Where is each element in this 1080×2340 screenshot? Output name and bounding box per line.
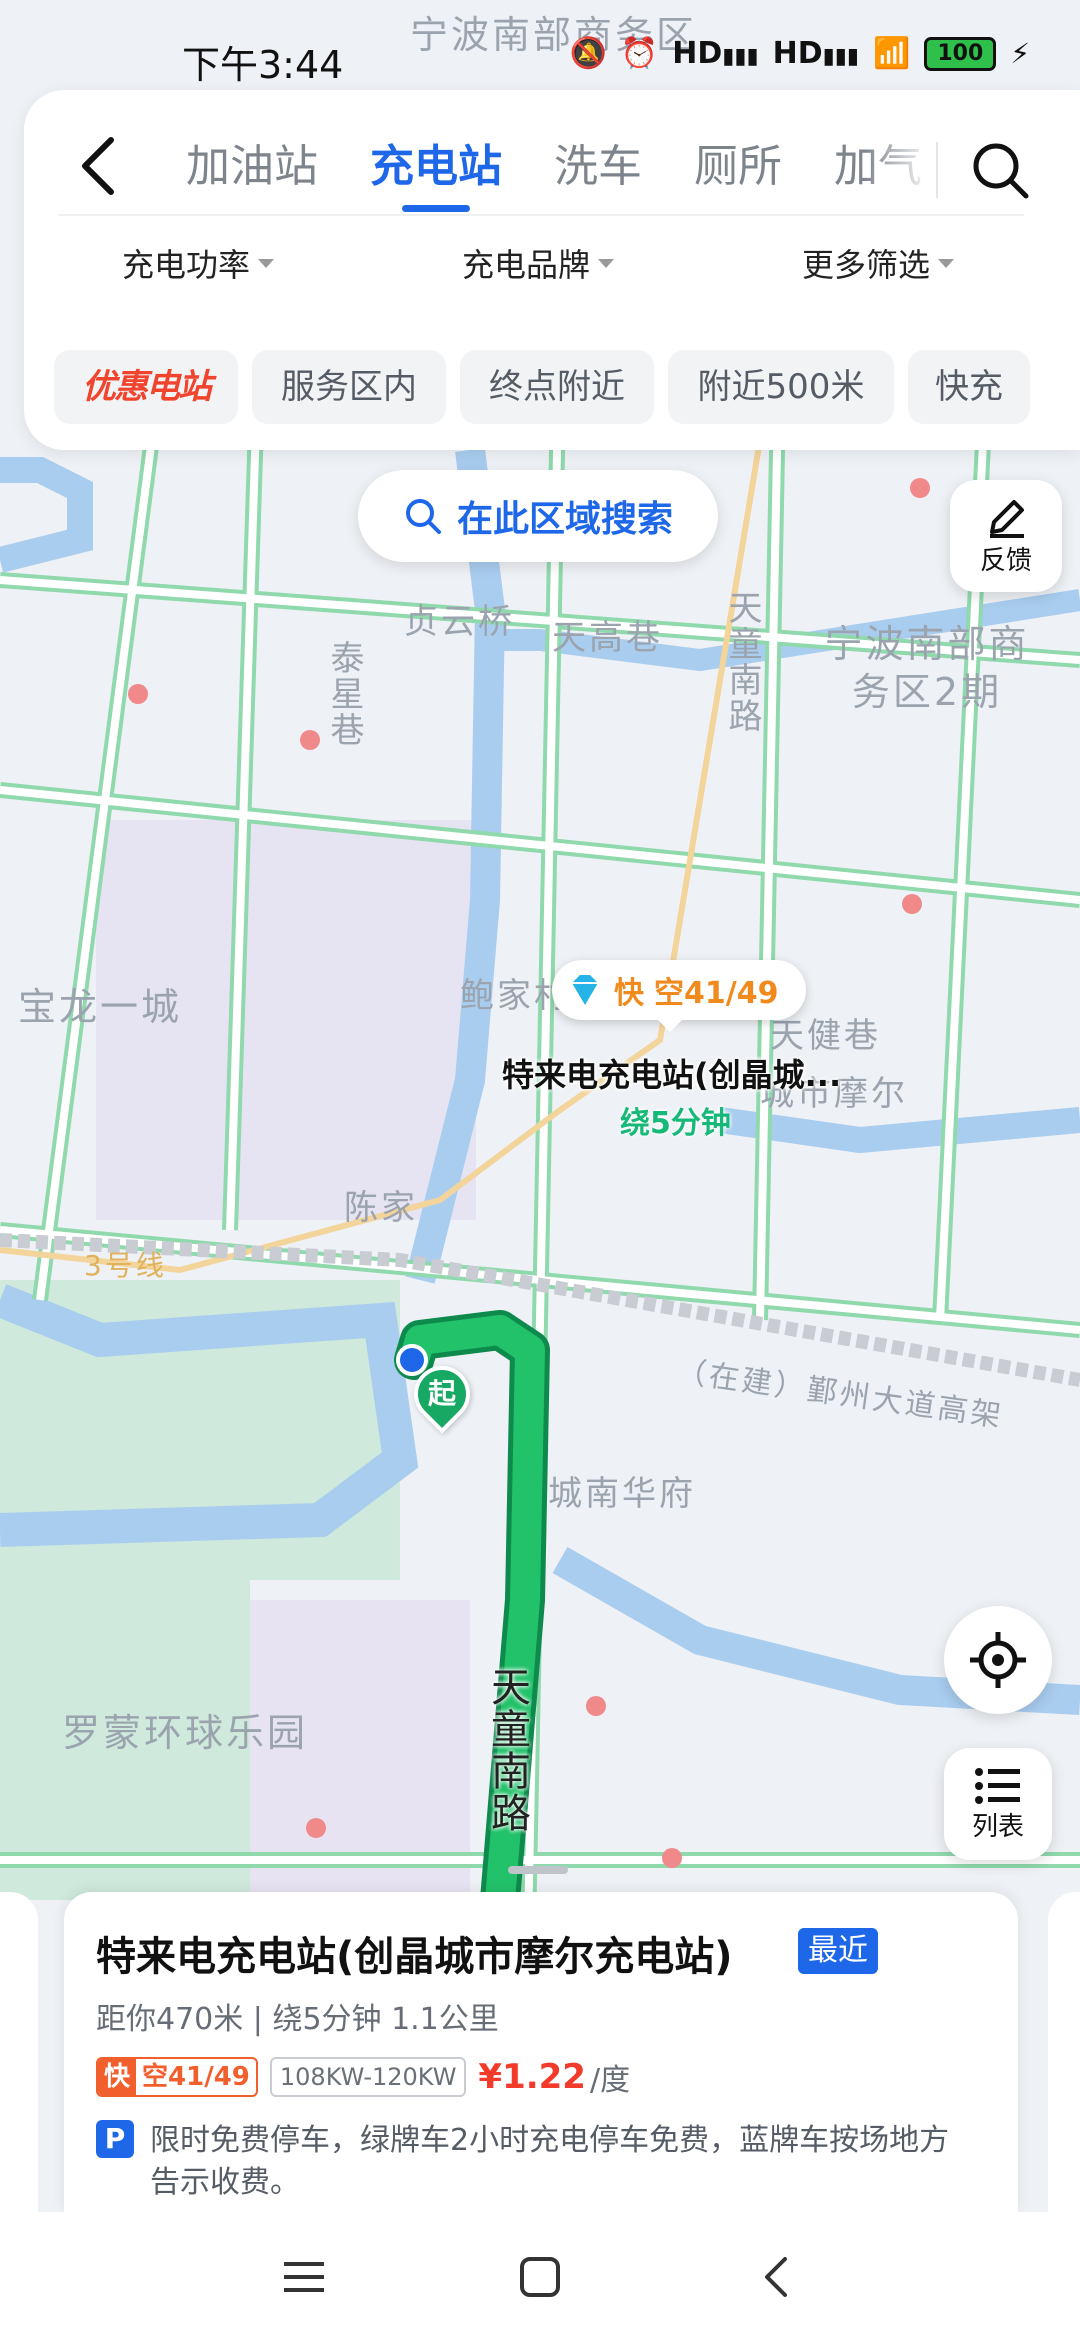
tab-toilet[interactable]: 厕所 xyxy=(668,122,808,212)
search-this-area-label: 在此区域搜索 xyxy=(456,499,673,540)
card-next-peek[interactable] xyxy=(1048,1892,1080,2212)
nav-back-button[interactable] xyxy=(736,2242,816,2312)
nav-menu-button[interactable] xyxy=(264,2242,344,2312)
filter-power[interactable]: 充电功率 xyxy=(122,240,275,286)
mute-icon: 🔕 xyxy=(569,36,607,71)
start-pin-label: 起 xyxy=(427,1377,456,1410)
parking-icon: P xyxy=(96,2120,134,2158)
panel-divider xyxy=(58,214,1024,216)
map-label-tiantong-top: 天童南路 xyxy=(722,590,762,734)
parking-text: 限时免费停车，绿牌车2小时充电停车免费，蓝牌车按场地方告示收费。 xyxy=(150,2123,950,2200)
caret-down-icon xyxy=(258,258,275,268)
back-arrow-icon xyxy=(82,137,114,195)
status-time: 下午3:44 xyxy=(182,43,344,87)
map-label-chenjia: 陈家 xyxy=(344,1188,418,1228)
category-tabs: 加油站 充电站 洗车 厕所 加气 xyxy=(160,122,930,222)
chip-nearby-500m[interactable]: 附近500米 xyxy=(668,350,894,424)
search-this-area-button[interactable]: 在此区域搜索 xyxy=(358,470,718,562)
map-label-tianggao: 天高巷 xyxy=(552,618,663,658)
map-label-baolong: 宝龙一城 xyxy=(18,985,183,1029)
battery-icon: 100 xyxy=(924,36,997,71)
filter-brand[interactable]: 充电品牌 xyxy=(462,240,615,286)
filter-row: 充电功率 充电品牌 更多筛选 xyxy=(24,240,1056,310)
chip-fast-charge[interactable]: 快充 xyxy=(908,350,1030,424)
map-label-yunqiao: 贞云桥 xyxy=(404,602,515,642)
chip-service-area[interactable]: 服务区内 xyxy=(252,350,446,424)
map-label-tiantong-bottom: 天童南路 xyxy=(484,1666,530,1834)
station-info-row: 快 空41/49 108KW-120KW ¥1.22 /度 xyxy=(96,2056,630,2098)
nearest-badge: 最近 xyxy=(798,1928,878,1974)
feedback-label: 反馈 xyxy=(979,545,1032,576)
station-marker[interactable]: 快 空41/49 xyxy=(552,960,806,1032)
system-nav-bar xyxy=(0,2212,1080,2340)
chip-near-destination[interactable]: 终点附近 xyxy=(460,350,654,424)
map-label-metro: 3号线 xyxy=(84,1249,167,1282)
filter-brand-label: 充电品牌 xyxy=(462,246,591,284)
hd-signal-icon: HD▮▮▮ xyxy=(672,36,759,71)
fast-tag-availability: 空41/49 xyxy=(142,2062,250,2092)
caret-down-icon xyxy=(598,258,615,268)
locate-button[interactable] xyxy=(944,1606,1052,1714)
map-label-qinxing: 泰星巷 xyxy=(324,640,364,748)
nav-home-button[interactable] xyxy=(500,2242,580,2312)
alarm-icon: ⏰ xyxy=(620,36,659,71)
map-label-chengnan: 城南华府 xyxy=(548,1474,696,1514)
menu-icon xyxy=(284,2262,324,2292)
marker-fast-label: 快 xyxy=(614,976,644,1011)
wifi-icon: 📶 xyxy=(872,36,911,71)
marker-station-name: 特来电充电站(创晶城... xyxy=(502,1056,842,1094)
hd-signal-icon: HD▮▮▮ xyxy=(772,36,859,71)
back-button[interactable] xyxy=(64,126,134,206)
price-unit: /度 xyxy=(589,2063,631,2098)
status-icons: 🔕 ⏰ HD▮▮▮ HD▮▮▮ 📶 100 ⚡ xyxy=(570,36,1030,71)
station-title: 特来电充电站(创晶城市摩尔充电站) xyxy=(96,1934,733,1980)
station-card[interactable]: 特来电充电站(创晶城市摩尔充电站) 最近 距你470米 | 绕5分钟 1.1公里… xyxy=(64,1892,1018,2212)
status-bar: 下午3:44 🔕 ⏰ HD▮▮▮ HD▮▮▮ 📶 100 ⚡ xyxy=(0,0,1080,100)
fast-tag: 快 空41/49 xyxy=(96,2057,258,2097)
quick-chips: 优惠电站 服务区内 终点附近 附近500米 快充 xyxy=(54,350,1080,430)
fast-tag-label: 快 xyxy=(98,2059,137,2095)
marker-availability: 空41/49 xyxy=(654,976,779,1011)
map-label-business-district-2: 宁波南部商务区2期 xyxy=(824,622,1030,714)
sheet-handle[interactable] xyxy=(508,1866,568,1874)
search-button[interactable] xyxy=(950,120,1050,220)
tab-car-wash[interactable]: 洗车 xyxy=(528,122,668,212)
caret-down-icon xyxy=(938,258,955,268)
diamond-icon xyxy=(572,975,598,1005)
charging-icon: ⚡ xyxy=(1010,37,1030,70)
list-button[interactable]: 列表 xyxy=(944,1748,1052,1860)
home-icon xyxy=(520,2257,560,2297)
list-icon xyxy=(975,1767,1020,1804)
edit-icon xyxy=(990,499,1024,538)
top-panel: 加油站 充电站 洗车 厕所 加气 充电功率 充电品牌 更多筛选 优惠电站 服务区… xyxy=(24,90,1080,450)
back-icon xyxy=(765,2257,787,2297)
search-icon xyxy=(405,499,441,534)
price: ¥1.22 xyxy=(478,2057,586,2097)
station-distance: 距你470米 | 绕5分钟 1.1公里 xyxy=(96,2002,499,2037)
marker-detour: 绕5分钟 xyxy=(620,1106,731,1141)
power-tag: 108KW-120KW xyxy=(269,2057,467,2097)
tab-divider xyxy=(936,142,938,198)
filter-more-label: 更多筛选 xyxy=(802,246,931,284)
list-label: 列表 xyxy=(971,1811,1024,1842)
card-previous-peek[interactable] xyxy=(0,1892,38,2212)
chip-discount[interactable]: 优惠电站 xyxy=(54,350,238,424)
map-label-luomeng: 罗蒙环球乐园 xyxy=(62,1711,309,1755)
feedback-button[interactable]: 反馈 xyxy=(950,480,1062,592)
tab-fade xyxy=(864,122,934,222)
filter-more[interactable]: 更多筛选 xyxy=(802,240,955,286)
tab-charging-station[interactable]: 充电站 xyxy=(344,122,528,212)
parking-info: P 限时免费停车，绿牌车2小时充电停车免费，蓝牌车按场地方告示收费。 xyxy=(96,2120,976,2204)
filter-power-label: 充电功率 xyxy=(122,246,251,284)
tab-gas-station[interactable]: 加油站 xyxy=(160,122,344,212)
search-icon xyxy=(973,143,1029,199)
locate-icon xyxy=(970,1632,1026,1688)
